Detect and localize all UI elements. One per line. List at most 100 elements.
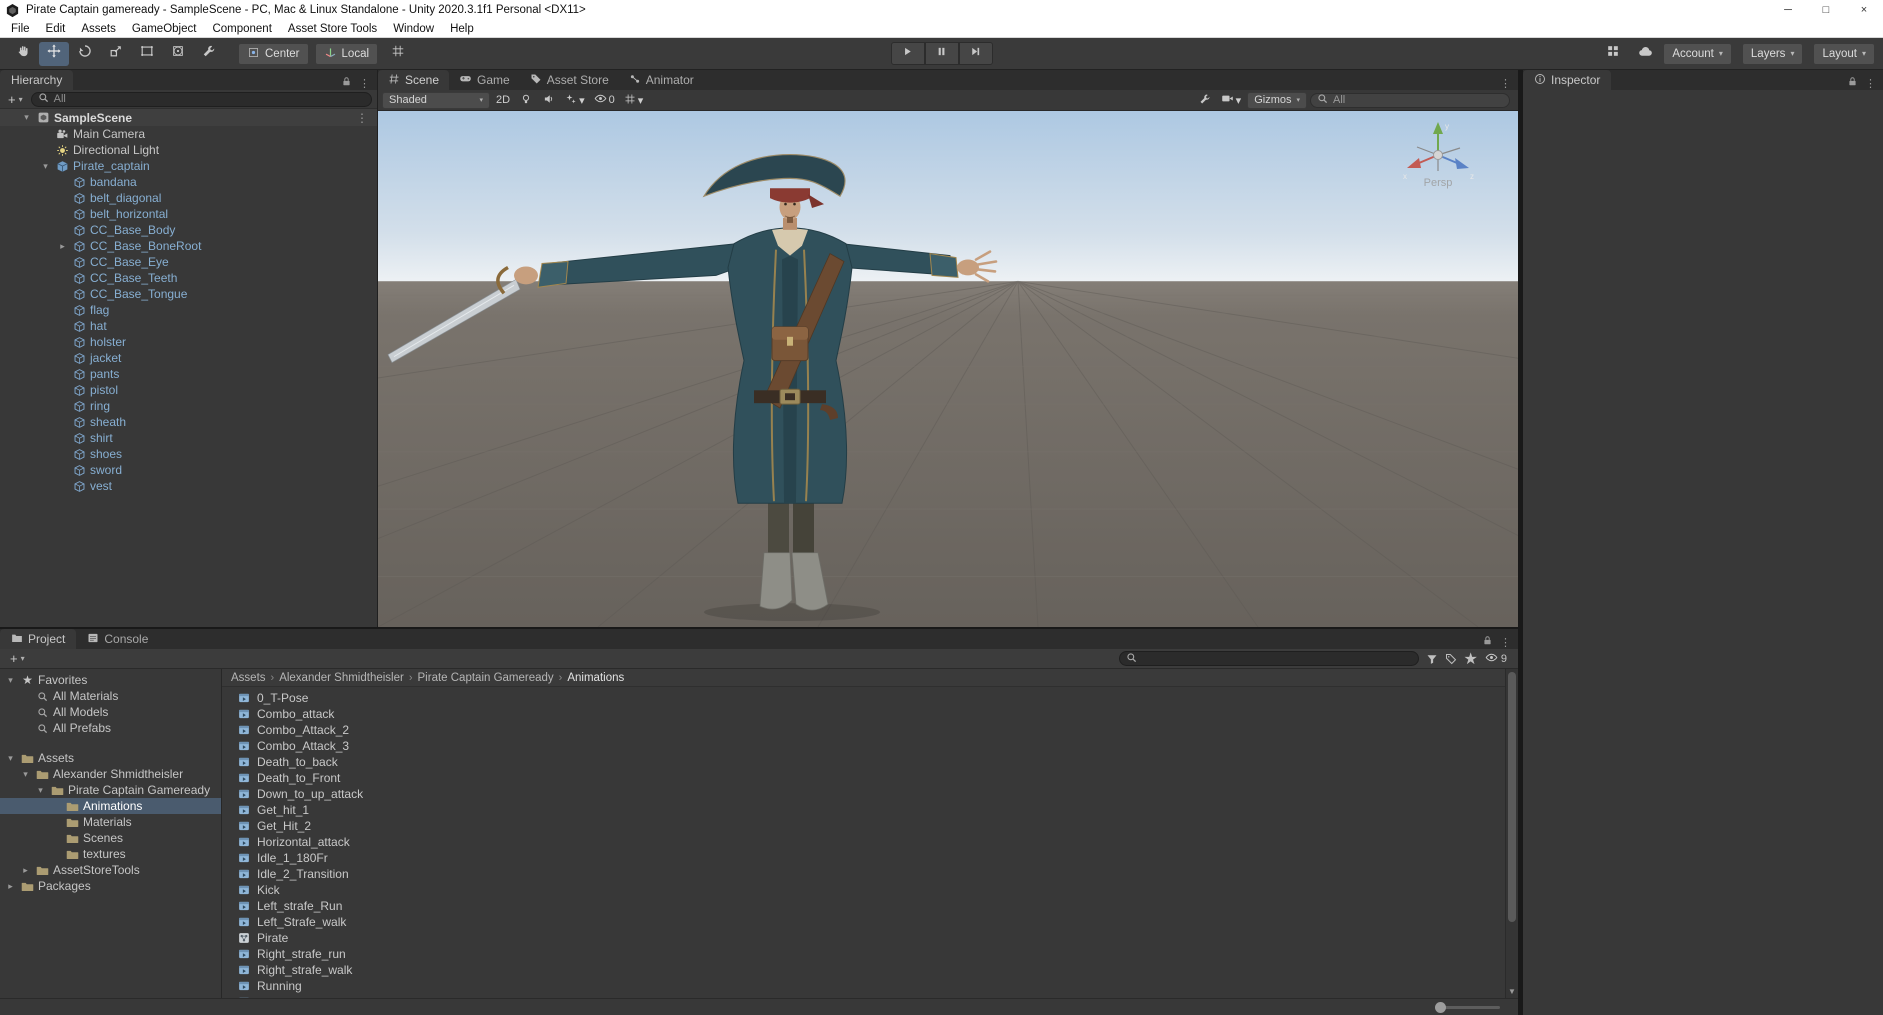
scene-3d-viewport[interactable]: y x z Persp <box>378 111 1518 627</box>
scene-header-row[interactable]: ▾ SampleScene ⋮ <box>0 109 377 126</box>
hierarchy-item-flag[interactable]: flag <box>0 302 377 318</box>
handle-rotation-button[interactable]: Local <box>314 42 379 65</box>
scene-audio-toggle[interactable] <box>539 92 559 109</box>
asset-0-t-pose[interactable]: 0_T-Pose <box>222 690 1518 706</box>
hierarchy-item-pirate-captain[interactable]: ▾ Pirate_captain <box>0 158 377 174</box>
asset-pirate[interactable]: Pirate <box>222 930 1518 946</box>
scene-lighting-toggle[interactable] <box>516 92 536 109</box>
asset-idle-1-180fr[interactable]: Idle_1_180Fr <box>222 850 1518 866</box>
camera-settings-dropdown[interactable]: ▾ <box>1218 92 1245 109</box>
search-by-label-button[interactable] <box>1445 653 1457 665</box>
folder-pirate-captain-gameready[interactable]: ▾ Pirate Captain Gameready <box>0 782 221 798</box>
scene-search-input[interactable]: All <box>1310 92 1510 108</box>
breadcrumb-pirate-captain-gameready[interactable]: Pirate Captain Gameready <box>418 672 554 684</box>
foldout-icon[interactable]: ▾ <box>34 785 47 796</box>
grid-snapping-button[interactable] <box>384 43 412 65</box>
foldout-icon[interactable]: ▾ <box>39 161 52 172</box>
asset-combo-attack-3[interactable]: Combo_Attack_3 <box>222 738 1518 754</box>
hierarchy-item-cc-base-eye[interactable]: CC_Base_Eye <box>0 254 377 270</box>
menu-assets[interactable]: Assets <box>73 20 124 37</box>
create-asset-button[interactable]: + ▾ <box>7 651 28 666</box>
hierarchy-item-pistol[interactable]: pistol <box>0 382 377 398</box>
hierarchy-item-bandana[interactable]: bandana <box>0 174 377 190</box>
tab-inspector[interactable]: Inspector <box>1523 70 1612 90</box>
transform-tool-button[interactable] <box>163 42 193 66</box>
menu-component[interactable]: Component <box>204 20 279 37</box>
panel-menu-icon[interactable]: ⋮ <box>1865 77 1876 90</box>
scene-options-icon[interactable]: ⋮ <box>356 111 377 125</box>
asset-combo-attack[interactable]: Combo_attack <box>222 706 1518 722</box>
asset-death-to-back[interactable]: Death_to_back <box>222 754 1518 770</box>
create-object-button[interactable]: + ▾ <box>5 92 26 107</box>
account-dropdown[interactable]: Account ▾ <box>1663 42 1732 65</box>
cloud-services-button[interactable] <box>1631 43 1659 65</box>
hierarchy-item-belt-horizontal[interactable]: belt_horizontal <box>0 206 377 222</box>
gizmos-dropdown[interactable]: Gizmos ▾ <box>1247 91 1307 109</box>
foldout-icon[interactable]: ▸ <box>4 881 17 892</box>
foldout-icon[interactable]: ▸ <box>56 241 69 252</box>
layout-dropdown[interactable]: Layout ▾ <box>1813 42 1875 65</box>
custom-tool-button[interactable] <box>194 42 224 66</box>
hierarchy-item-pants[interactable]: pants <box>0 366 377 382</box>
hierarchy-item-shirt[interactable]: shirt <box>0 430 377 446</box>
menu-gameobject[interactable]: GameObject <box>124 20 205 37</box>
hierarchy-item-sheath[interactable]: sheath <box>0 414 377 430</box>
step-button[interactable] <box>958 42 993 65</box>
play-button[interactable] <box>890 42 925 65</box>
foldout-icon[interactable]: ▸ <box>19 865 32 876</box>
projection-mode-label[interactable]: Persp <box>1424 177 1453 189</box>
lock-icon[interactable] <box>1482 635 1493 649</box>
menu-help[interactable]: Help <box>442 20 482 37</box>
breadcrumb-animations[interactable]: Animations <box>567 672 624 684</box>
asset-left-strafe-run[interactable]: Left_strafe_Run <box>222 898 1518 914</box>
folder-assets[interactable]: ▾ Assets <box>0 750 221 766</box>
tab-project[interactable]: Project <box>0 629 77 649</box>
layers-dropdown[interactable]: Layers ▾ <box>1741 42 1804 65</box>
panel-menu-icon[interactable]: ⋮ <box>1500 77 1511 90</box>
tab-scene[interactable]: Scene <box>378 70 450 90</box>
lock-icon[interactable] <box>341 76 352 90</box>
hierarchy-item-hat[interactable]: hat <box>0 318 377 334</box>
hierarchy-search-input[interactable]: All <box>30 91 372 107</box>
tab-console[interactable]: Console <box>76 629 160 649</box>
folder-animations[interactable]: Animations <box>0 798 221 814</box>
breadcrumb-assets[interactable]: Assets <box>231 672 266 684</box>
scene-effects-dropdown[interactable]: ▾ <box>562 92 588 109</box>
hierarchy-item-cc-base-tongue[interactable]: CC_Base_Tongue <box>0 286 377 302</box>
folder-packages[interactable]: ▸ Packages <box>0 878 221 894</box>
version-control-button[interactable] <box>1599 43 1627 65</box>
asset-get-hit-2[interactable]: Get_Hit_2 <box>222 818 1518 834</box>
tab-animator[interactable]: Animator <box>618 70 704 90</box>
asset-kick[interactable]: Kick <box>222 882 1518 898</box>
hierarchy-item-belt-diagonal[interactable]: belt_diagonal <box>0 190 377 206</box>
tool-settings-button[interactable] <box>1195 92 1215 109</box>
asset-running[interactable]: Running <box>222 978 1518 994</box>
asset-idle-2-transition[interactable]: Idle_2_Transition <box>222 866 1518 882</box>
minimize-button[interactable]: ─ <box>1769 0 1807 20</box>
breadcrumb-alexander-shmidtheisler[interactable]: Alexander Shmidtheisler <box>279 672 404 684</box>
rotate-tool-button[interactable] <box>70 42 100 66</box>
scroll-down-icon[interactable]: ▼ <box>1506 987 1518 996</box>
grid-visibility-dropdown[interactable]: ▾ <box>621 92 647 109</box>
hierarchy-item-sword[interactable]: sword <box>0 462 377 478</box>
foldout-expanded-icon[interactable]: ▾ <box>4 675 17 686</box>
hierarchy-item-ring[interactable]: ring <box>0 398 377 414</box>
menu-edit[interactable]: Edit <box>38 20 74 37</box>
2d-toggle-button[interactable]: 2D <box>493 92 513 109</box>
hierarchy-item-cc-base-teeth[interactable]: CC_Base_Teeth <box>0 270 377 286</box>
foldout-icon[interactable]: ▾ <box>4 753 17 764</box>
file-list-scrollbar[interactable]: ▼ <box>1505 669 1518 998</box>
foldout-icon[interactable]: ▾ <box>19 769 32 780</box>
hidden-objects-toggle[interactable]: 0 <box>591 92 618 109</box>
favorites-item-all-prefabs[interactable]: All Prefabs <box>0 720 221 736</box>
hierarchy-item-holster[interactable]: holster <box>0 334 377 350</box>
asset-left-strafe-walk[interactable]: Left_Strafe_walk <box>222 914 1518 930</box>
tab-asset-store[interactable]: Asset Store <box>519 70 619 90</box>
save-search-button[interactable]: ★ <box>1464 649 1478 669</box>
asset-get-hit-1[interactable]: Get_hit_1 <box>222 802 1518 818</box>
asset-right-strafe-run[interactable]: Right_strafe_run <box>222 946 1518 962</box>
folder-assetstoretools[interactable]: ▸ AssetStoreTools <box>0 862 221 878</box>
folder-textures[interactable]: textures <box>0 846 221 862</box>
project-search-input[interactable] <box>1118 651 1419 666</box>
asset-right-strafe-walk[interactable]: Right_strafe_walk <box>222 962 1518 978</box>
